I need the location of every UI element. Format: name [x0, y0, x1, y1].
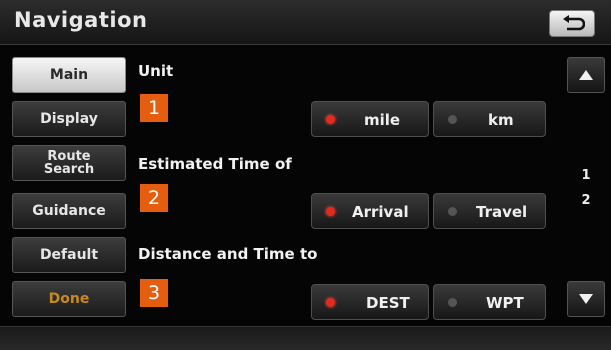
menu-guidance-button[interactable]: Guidance [12, 193, 126, 229]
radio-off-icon [448, 115, 457, 124]
radio-on-icon [326, 207, 335, 216]
section-distance-label: Distance and Time to [138, 245, 318, 263]
menu-done-button[interactable]: Done [12, 281, 126, 317]
back-button[interactable] [549, 10, 595, 37]
option-label: Travel [476, 203, 528, 221]
page-number-2: 2 [581, 193, 591, 208]
page-title: Navigation [14, 8, 148, 32]
page-number-1: 1 [581, 168, 591, 183]
option-arrival-button[interactable]: Arrival [311, 193, 429, 229]
title-bar: Navigation [0, 0, 611, 45]
option-label: DEST [366, 294, 410, 312]
navigation-settings-screen: Navigation Main Display Route Search Gui… [0, 0, 611, 350]
scroll-up-button[interactable] [567, 57, 605, 93]
radio-on-icon [326, 298, 335, 307]
option-label: mile [364, 111, 401, 129]
option-travel-button[interactable]: Travel [433, 193, 546, 229]
back-arrow-icon [563, 15, 585, 31]
option-wpt-button[interactable]: WPT [433, 284, 546, 320]
scroll-down-button[interactable] [567, 281, 605, 317]
option-label: Arrival [352, 203, 409, 221]
radio-on-icon [326, 115, 335, 124]
section-eta-label: Estimated Time of [138, 155, 292, 173]
option-label: km [488, 111, 514, 129]
menu-route-search-button[interactable]: Route Search [12, 145, 126, 181]
section-unit-label: Unit [138, 62, 174, 80]
bottom-bar [0, 326, 611, 350]
section-badge-1: 1 [140, 94, 168, 122]
option-km-button[interactable]: km [433, 101, 546, 137]
radio-off-icon [448, 298, 457, 307]
section-badge-3: 3 [140, 279, 168, 307]
menu-display-button[interactable]: Display [12, 101, 126, 137]
triangle-up-icon [579, 70, 593, 80]
menu-route-search-label: Route Search [43, 149, 95, 177]
option-label: WPT [486, 294, 524, 312]
option-mile-button[interactable]: mile [311, 101, 429, 137]
triangle-down-icon [579, 294, 593, 304]
section-badge-2: 2 [140, 184, 168, 212]
menu-main-button[interactable]: Main [12, 57, 126, 93]
menu-default-button[interactable]: Default [12, 237, 126, 273]
option-dest-button[interactable]: DEST [311, 284, 429, 320]
radio-off-icon [448, 207, 457, 216]
